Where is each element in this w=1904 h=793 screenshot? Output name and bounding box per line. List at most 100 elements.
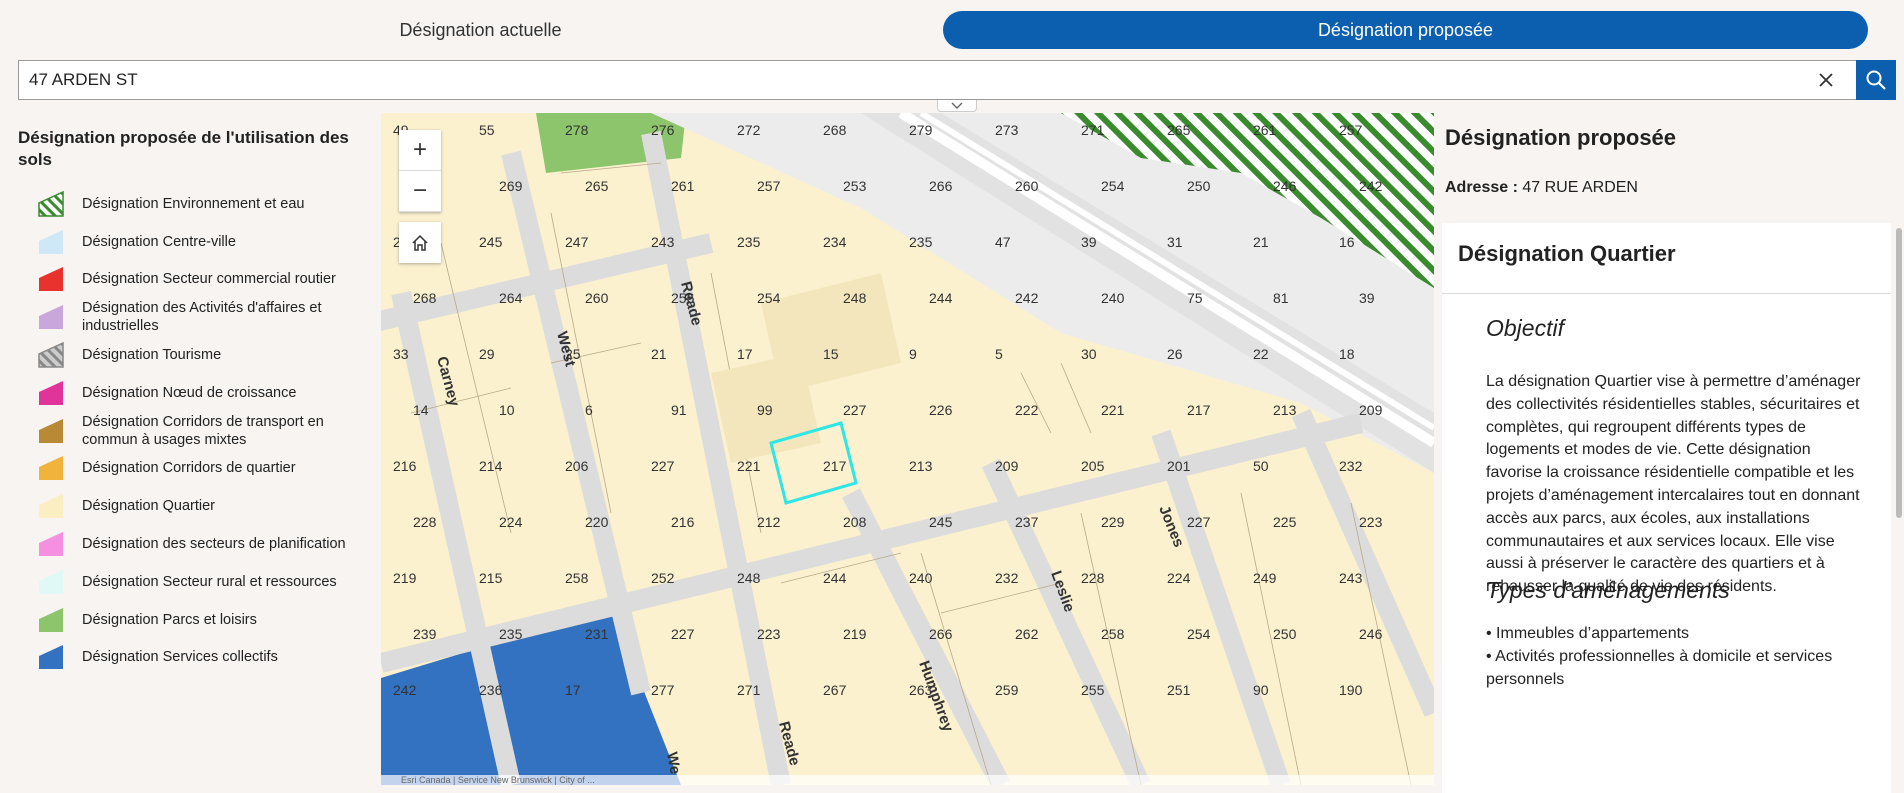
lot-number: 232	[1339, 458, 1363, 474]
lot-number: 31	[1167, 234, 1183, 250]
lot-number: 246	[1359, 626, 1383, 642]
lot-number: 278	[565, 122, 589, 138]
address-label: Adresse :	[1445, 179, 1518, 196]
legend-label: Désignation Parcs et loisirs	[82, 611, 257, 628]
legend-label: Désignation Corridors de transport en co…	[82, 413, 324, 448]
lot-number: 221	[737, 458, 761, 474]
lot-number: 26	[1167, 346, 1183, 362]
lot-number: 261	[671, 178, 695, 194]
map-attribution: Esri Canada | Service New Brunswick | Ci…	[381, 775, 1434, 785]
map-canvas[interactable]: CarneyWestReadeReadeHumphreyLeslieJonesW…	[381, 113, 1434, 785]
legend-panel: Désignation proposée de l'utilisation de…	[0, 113, 381, 785]
search-bar	[18, 60, 1896, 100]
lot-number: 263	[909, 682, 933, 698]
scroll-thumb[interactable]	[1896, 228, 1902, 518]
scrollbar[interactable]	[1896, 223, 1902, 793]
tab-proposed-designation[interactable]: Désignation proposée	[943, 11, 1868, 49]
lot-number: 244	[823, 570, 847, 586]
lot-number: 217	[1187, 402, 1211, 418]
chevron-down-icon	[951, 102, 963, 109]
legend-swatch	[38, 455, 64, 481]
details-panel: Désignation proposée Adresse : 47 RUE AR…	[1434, 113, 1904, 793]
lot-number: 277	[651, 682, 675, 698]
home-button[interactable]	[399, 222, 441, 263]
legend-swatch	[38, 266, 64, 292]
lot-number: 220	[585, 514, 609, 530]
legend-item: Désignation des secteurs de planificatio…	[18, 525, 363, 563]
lot-number: 243	[651, 234, 675, 250]
lot-number: 264	[499, 290, 523, 306]
lot-number: 266	[929, 626, 953, 642]
lot-number: 221	[1101, 402, 1125, 418]
lot-number: 224	[1167, 570, 1191, 586]
lot-number: 229	[1101, 514, 1125, 530]
lot-number: 39	[1359, 290, 1375, 306]
lot-number: 265	[1167, 122, 1191, 138]
lot-number: 260	[585, 290, 609, 306]
lot-number: 268	[823, 122, 847, 138]
lot-number: 17	[565, 682, 581, 698]
lot-number: 235	[909, 234, 933, 250]
lot-number: 10	[499, 402, 515, 418]
lot-number: 258	[1101, 626, 1125, 642]
lot-number: 272	[737, 122, 761, 138]
address-search-input[interactable]	[18, 60, 1856, 100]
lot-number: 39	[1081, 234, 1097, 250]
lot-number: 250	[1273, 626, 1297, 642]
legend-label: Désignation Tourisme	[82, 347, 222, 364]
lot-number: 250	[1187, 178, 1211, 194]
designation-card: Désignation Quartier Objectif La désigna…	[1442, 223, 1891, 793]
lot-number: 21	[651, 346, 667, 362]
legend-label: Désignation des Activités d'affaires et …	[82, 300, 322, 335]
lot-number: 81	[1273, 290, 1289, 306]
lot-number: 232	[995, 570, 1019, 586]
lot-number: 213	[909, 458, 933, 474]
collapse-toggle[interactable]	[937, 100, 977, 112]
address-value: 47 RUE ARDEN	[1522, 179, 1638, 196]
lot-number: 271	[737, 682, 761, 698]
lot-number: 271	[1081, 122, 1105, 138]
map-view[interactable]: Carney West Reade Reade Humphrey Leslie Jones W…	[381, 113, 1434, 785]
lot-number: 276	[651, 122, 675, 138]
lot-number: 268	[413, 290, 437, 306]
types-list: • Immeubles d’appartements • Activités p…	[1486, 623, 1866, 691]
lot-number: 254	[1101, 178, 1125, 194]
lot-number: 243	[1339, 570, 1363, 586]
lot-number: 25	[565, 346, 581, 362]
legend-item: Désignation Secteur commercial routier	[18, 261, 363, 299]
clear-icon[interactable]	[1814, 68, 1838, 92]
lot-number: 227	[843, 402, 867, 418]
lot-number: 269	[499, 178, 523, 194]
legend-label: Désignation Quartier	[82, 498, 215, 515]
legend-item: Désignation Parcs et loisirs	[18, 601, 363, 639]
legend-item: Désignation Corridors de quartier	[18, 450, 363, 488]
zoom-out-button[interactable]: −	[399, 171, 441, 212]
legend-swatch	[38, 418, 64, 444]
lot-number: 17	[737, 346, 753, 362]
lot-number: 231	[585, 626, 609, 642]
lot-number: 249	[1253, 570, 1277, 586]
lot-number: 235	[499, 626, 523, 642]
lot-number: 265	[585, 178, 609, 194]
lot-number: 245	[929, 514, 953, 530]
lot-number: 227	[671, 626, 695, 642]
legend-item: Désignation Secteur rural et ressources	[18, 563, 363, 601]
lot-number: 257	[1339, 122, 1363, 138]
lot-number: 246	[1273, 178, 1297, 194]
lot-number: 244	[929, 290, 953, 306]
lot-number: 255	[1081, 682, 1105, 698]
lot-number: 253	[843, 178, 867, 194]
lot-number: 15	[823, 346, 839, 362]
lot-number: 279	[909, 122, 933, 138]
legend-label: Désignation Services collectifs	[82, 649, 278, 666]
legend-swatch	[38, 644, 64, 670]
legend-item: Désignation Centre-ville	[18, 223, 363, 261]
search-button[interactable]	[1856, 60, 1896, 100]
tab-current-designation[interactable]: Désignation actuelle	[18, 11, 943, 49]
legend-title: Désignation proposée de l'utilisation de…	[18, 128, 349, 169]
lot-number: 235	[737, 234, 761, 250]
lot-number: 258	[565, 570, 589, 586]
list-item: • Immeubles d’appartements	[1486, 625, 1690, 642]
zoom-in-button[interactable]: +	[399, 130, 441, 171]
legend-swatch	[38, 493, 64, 519]
